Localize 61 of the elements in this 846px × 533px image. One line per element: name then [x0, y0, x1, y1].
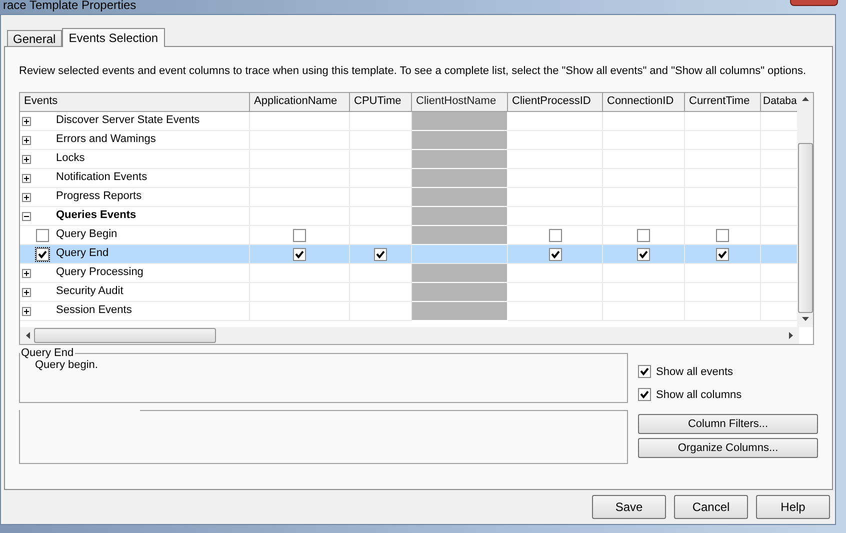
- column-header[interactable]: CPUTime: [350, 93, 412, 112]
- column-checkbox[interactable]: [293, 248, 306, 260]
- close-button[interactable]: [790, 0, 838, 6]
- scroll-left-icon[interactable]: [26, 332, 30, 339]
- side-button[interactable]: Organize Columns...: [638, 438, 818, 458]
- event-checkbox[interactable]: [36, 229, 49, 242]
- dialog-button[interactable]: Save: [592, 495, 666, 519]
- column-header[interactable]: Events: [20, 93, 250, 112]
- horizontal-scrollbar[interactable]: [20, 327, 799, 344]
- side-button[interactable]: Column Filters...: [638, 414, 818, 434]
- scroll-down-icon[interactable]: [802, 317, 809, 321]
- expand-icon[interactable]: [22, 193, 31, 202]
- dialog-button[interactable]: Cancel: [674, 495, 748, 519]
- event-checkbox[interactable]: [36, 248, 49, 261]
- collapse-icon[interactable]: [22, 212, 31, 221]
- scroll-thumb[interactable]: [34, 328, 216, 343]
- expand-icon[interactable]: [22, 136, 31, 145]
- column-checkbox[interactable]: [637, 228, 650, 242]
- event-category[interactable]: Errors and Wamings: [56, 133, 156, 145]
- instructions-text: Review selected events and event columns to trace when using this template. To see a complete list, select the "Show all events" and "Show all columns" options.: [19, 65, 808, 77]
- scroll-right-icon[interactable]: [789, 332, 793, 339]
- column-checkbox[interactable]: [374, 248, 387, 260]
- expand-icon[interactable]: [22, 117, 31, 126]
- expand-icon[interactable]: [22, 307, 31, 316]
- scroll-thumb[interactable]: [798, 143, 813, 313]
- vertical-scrollbar[interactable]: [797, 93, 813, 327]
- expand-icon[interactable]: [22, 288, 31, 297]
- event-name[interactable]: Query Begin: [56, 228, 118, 240]
- scroll-up-icon[interactable]: [802, 97, 809, 101]
- event-category[interactable]: Security Audit: [56, 285, 124, 297]
- event-category[interactable]: Queries Events: [56, 209, 136, 221]
- event-category[interactable]: Locks: [56, 152, 85, 164]
- expand-icon[interactable]: [22, 269, 31, 278]
- column-header[interactable]: ApplicationName: [250, 93, 350, 112]
- event-category[interactable]: Notification Events: [56, 171, 148, 183]
- column-header[interactable]: CurrentTime: [685, 93, 761, 112]
- event-category[interactable]: Progress Reports: [56, 190, 142, 202]
- option-checkbox[interactable]: [638, 365, 651, 378]
- group-title: Query End: [20, 347, 75, 359]
- option-label[interactable]: Show all events: [656, 366, 734, 378]
- column-header[interactable]: ClientProcessID: [508, 93, 603, 112]
- option-label[interactable]: Show all columns: [656, 388, 742, 400]
- column-header[interactable]: ConnectionID: [603, 93, 685, 112]
- event-category[interactable]: Session Events: [56, 304, 132, 316]
- description-text: Query begin.: [34, 359, 99, 371]
- window-title: race Template Properties: [2, 0, 136, 11]
- column-checkbox[interactable]: [637, 248, 650, 260]
- column-checkbox[interactable]: [293, 228, 306, 242]
- option-checkbox[interactable]: [638, 388, 651, 401]
- expand-icon[interactable]: [22, 174, 31, 183]
- dialog-button[interactable]: Help: [756, 495, 830, 519]
- event-category[interactable]: Discover Server State Events: [56, 114, 200, 126]
- column-checkbox[interactable]: [716, 248, 729, 260]
- tab[interactable]: Events Selection: [62, 28, 166, 47]
- column-checkbox[interactable]: [548, 228, 562, 242]
- event-name[interactable]: Query End: [56, 247, 109, 259]
- tab[interactable]: General: [7, 30, 62, 46]
- event-category[interactable]: Query Processing: [56, 266, 144, 278]
- column-checkbox[interactable]: [716, 228, 729, 242]
- column-checkbox[interactable]: [548, 248, 562, 260]
- expand-icon[interactable]: [22, 155, 31, 164]
